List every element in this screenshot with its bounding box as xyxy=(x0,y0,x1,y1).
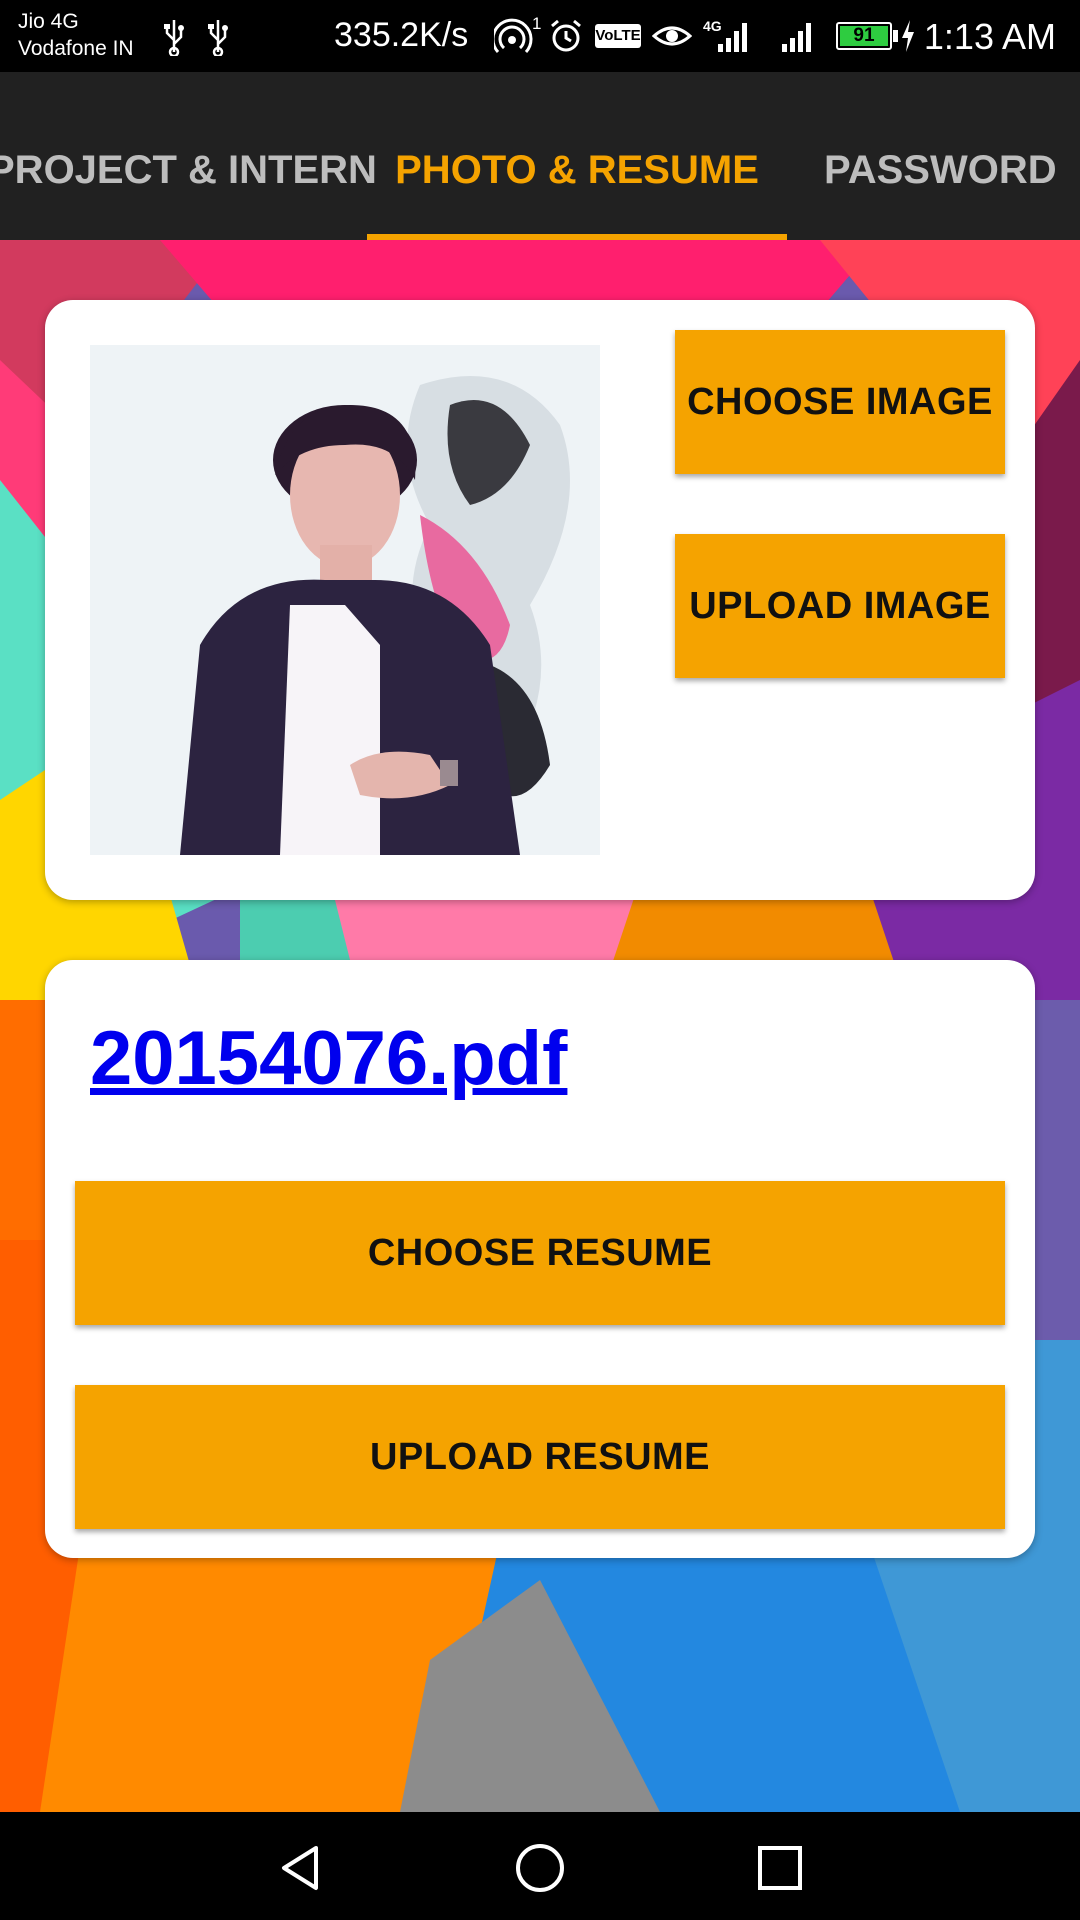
status-bar: Jio 4G Vodafone IN 335.2K/s 1 VoLTE 4G 9… xyxy=(0,0,1080,72)
battery-level: 91 xyxy=(840,26,888,46)
battery-icon: 91 xyxy=(836,22,892,50)
carrier-2: Vodafone IN xyxy=(18,37,134,60)
network-speed: 335.2K/s xyxy=(334,16,469,54)
signal-icon xyxy=(718,23,747,52)
tab-photo-resume[interactable]: PHOTO & RESUME xyxy=(367,72,787,240)
profile-photo xyxy=(90,345,600,855)
usb-icon xyxy=(164,20,184,56)
tab-password[interactable]: PASSWORD xyxy=(824,72,1057,240)
hotspot-icon xyxy=(494,18,533,54)
resume-file-link[interactable]: 20154076.pdf xyxy=(90,1015,567,1102)
upload-resume-button[interactable]: UPLOAD RESUME xyxy=(75,1385,1005,1529)
charging-icon xyxy=(902,20,914,52)
usb-icon xyxy=(208,20,228,56)
choose-resume-button[interactable]: CHOOSE RESUME xyxy=(75,1181,1005,1325)
photo-card: CHOOSE IMAGE UPLOAD IMAGE xyxy=(45,300,1035,900)
navigation-bar xyxy=(0,1812,1080,1920)
volte-badge: VoLTE xyxy=(595,24,641,48)
home-icon[interactable] xyxy=(512,1840,568,1896)
alarm-icon xyxy=(551,19,581,52)
clock: 1:13 AM xyxy=(923,16,1056,57)
tab-bar: PROJECT & INTERN PHOTO & RESUME PASSWORD xyxy=(0,72,1080,240)
back-icon[interactable] xyxy=(272,1840,328,1896)
eye-icon xyxy=(652,26,692,46)
recents-icon[interactable] xyxy=(752,1840,808,1896)
signal-icon xyxy=(782,23,811,52)
carrier-info: Jio 4G Vodafone IN xyxy=(18,8,134,62)
choose-image-button[interactable]: CHOOSE IMAGE xyxy=(675,330,1005,474)
battery-tip xyxy=(893,30,898,42)
carrier-1: Jio 4G xyxy=(18,10,79,33)
hotspot-badge: 1 xyxy=(532,14,542,33)
tab-project-intern[interactable]: PROJECT & INTERN xyxy=(0,72,377,240)
resume-card: 20154076.pdf CHOOSE RESUME UPLOAD RESUME xyxy=(45,960,1035,1558)
upload-image-button[interactable]: UPLOAD IMAGE xyxy=(675,534,1005,678)
